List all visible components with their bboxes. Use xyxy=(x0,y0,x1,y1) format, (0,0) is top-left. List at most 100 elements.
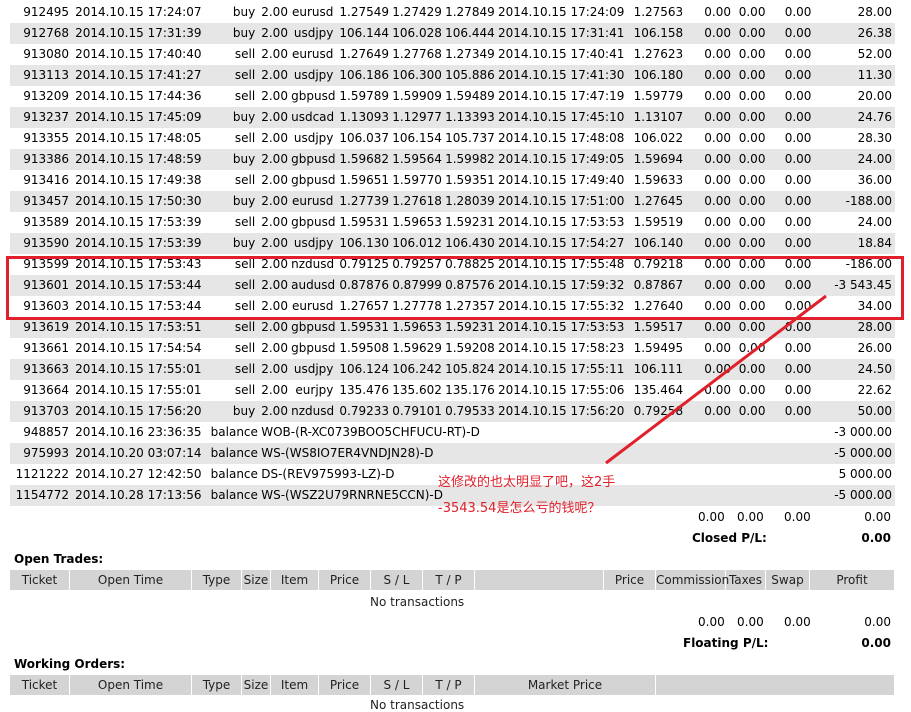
size-cell: 2.00 xyxy=(258,65,289,86)
taxes-cell: 0.00 xyxy=(733,86,769,107)
profit-cell: -5 000.00 xyxy=(814,485,895,506)
stop-loss-cell: 0.87999 xyxy=(389,275,443,296)
commission-cell: 0.00 xyxy=(683,149,734,170)
table-row: 913113 2014.10.15 17:41:27 sell 2.00 usdjpy 1… xyxy=(10,65,895,86)
header-ticket: Ticket xyxy=(10,570,70,590)
profit-cell: 52.00 xyxy=(814,44,895,65)
open-price-cell: 106.186 xyxy=(336,65,390,86)
item-cell: nzdusd xyxy=(288,254,337,275)
ticket-cell: 913663 xyxy=(10,359,73,380)
annotation-line-2: -3543.54是怎么亏的钱呢？ xyxy=(438,501,601,516)
table-row: 912768 2014.10.15 17:31:39 buy 2.00 usdjpy 10… xyxy=(10,23,895,44)
profit-cell: 26.00 xyxy=(814,338,895,359)
profit-cell: 28.00 xyxy=(814,2,895,23)
commission-cell: 0.00 xyxy=(683,107,734,128)
ticket-cell: 913416 xyxy=(10,170,73,191)
taxes-cell: 0.00 xyxy=(733,380,769,401)
close-time-cell: 2014.10.15 17:55:32 xyxy=(494,296,631,317)
size-cell: 2.00 xyxy=(258,170,289,191)
open-time-cell: 2014.10.15 17:48:05 xyxy=(72,128,208,149)
commission-cell: 0.00 xyxy=(683,86,734,107)
type-cell: buy xyxy=(207,149,259,170)
size-cell: 2.00 xyxy=(258,359,289,380)
item-cell: usdjpy xyxy=(288,65,337,86)
take-profit-cell: 0.79533 xyxy=(442,401,495,422)
table-row: 913355 2014.10.15 17:48:05 sell 2.00 usdjpy 1… xyxy=(10,128,895,149)
swap-cell: 0.00 xyxy=(768,149,815,170)
ticket-cell: 913603 xyxy=(10,296,73,317)
profit-cell: 36.00 xyxy=(814,170,895,191)
close-time-cell: 2014.10.15 17:56:20 xyxy=(494,401,631,422)
comment-cell: WOB-(R-XC0739BOO5CHFUCU-RT)-D xyxy=(258,422,815,443)
open-time-cell: 2014.10.15 17:40:40 xyxy=(72,44,208,65)
open-price-cell: 1.59789 xyxy=(336,86,390,107)
commission-cell: 0.00 xyxy=(683,317,734,338)
type-cell: sell xyxy=(207,296,259,317)
open-time-cell: 2014.10.15 17:53:44 xyxy=(72,275,208,296)
close-price-cell: 1.59694 xyxy=(630,149,684,170)
close-time-cell: 2014.10.15 17:54:27 xyxy=(494,233,631,254)
open-trades-title: Open Trades: xyxy=(14,552,104,566)
table-row: 913661 2014.10.15 17:54:54 sell 2.00 gbpusd 1… xyxy=(10,338,895,359)
swap-cell: 0.00 xyxy=(768,275,815,296)
close-price-cell: 1.59779 xyxy=(630,86,684,107)
wo-header-open-time: Open Time xyxy=(70,675,192,695)
ticket-cell: 913113 xyxy=(10,65,73,86)
swap-cell: 0.00 xyxy=(768,359,815,380)
swap-cell: 0.00 xyxy=(768,338,815,359)
close-time-cell: 2014.10.15 17:59:32 xyxy=(494,275,631,296)
table-row: 913237 2014.10.15 17:45:09 buy 2.00 usdcad 1.… xyxy=(10,107,895,128)
open-time-cell: 2014.10.15 17:49:38 xyxy=(72,170,208,191)
table-row: 913209 2014.10.15 17:44:36 sell 2.00 gbpusd 1… xyxy=(10,86,895,107)
taxes-cell: 0.00 xyxy=(733,275,769,296)
time-cell: 2014.10.27 12:42:50 xyxy=(72,464,208,485)
ticket-cell: 912768 xyxy=(10,23,73,44)
size-cell: 2.00 xyxy=(258,107,289,128)
header-price: Price xyxy=(319,570,371,590)
taxes-cell: 0.00 xyxy=(733,317,769,338)
item-cell: eurjpy xyxy=(288,380,337,401)
table-row: 913589 2014.10.15 17:53:39 sell 2.00 gbpusd 1… xyxy=(10,212,895,233)
size-cell: 2.00 xyxy=(258,401,289,422)
size-cell: 2.00 xyxy=(258,296,289,317)
swap-cell: 0.00 xyxy=(768,86,815,107)
take-profit-cell: 105.737 xyxy=(442,128,495,149)
taxes-cell: 0.00 xyxy=(733,128,769,149)
profit-cell: -3 000.00 xyxy=(814,422,895,443)
open-time-cell: 2014.10.15 17:53:44 xyxy=(72,296,208,317)
close-time-cell: 2014.10.15 17:58:23 xyxy=(494,338,631,359)
close-price-cell: 0.79218 xyxy=(630,254,684,275)
profit-cell: 18.84 xyxy=(814,233,895,254)
open-price-cell: 1.13093 xyxy=(336,107,390,128)
type-cell: sell xyxy=(207,44,259,65)
close-price-cell: 1.27563 xyxy=(630,2,684,23)
profit-cell: 34.00 xyxy=(814,296,895,317)
take-profit-cell: 1.27849 xyxy=(442,2,495,23)
profit-cell: 20.00 xyxy=(814,86,895,107)
taxes-cell: 0.00 xyxy=(733,23,769,44)
swap-cell: 0.00 xyxy=(768,191,815,212)
close-price-cell: 106.022 xyxy=(630,128,684,149)
taxes-cell: 0.00 xyxy=(733,65,769,86)
swap-cell: 0.00 xyxy=(768,65,815,86)
balance-row: 948857 2014.10.16 23:36:35 balance WOB-(R-X… xyxy=(10,422,895,443)
take-profit-cell: 1.27357 xyxy=(442,296,495,317)
commission-cell: 0.00 xyxy=(683,128,734,149)
ticket-cell: 913599 xyxy=(10,254,73,275)
type-cell: sell xyxy=(207,338,259,359)
profit-cell: 24.76 xyxy=(814,107,895,128)
size-cell: 2.00 xyxy=(258,128,289,149)
swap-cell: 0.00 xyxy=(768,296,815,317)
wo-header-sl: S / L xyxy=(371,675,423,695)
commission-cell: 0.00 xyxy=(683,170,734,191)
open-time-cell: 2014.10.15 17:31:39 xyxy=(72,23,208,44)
type-cell: sell xyxy=(207,65,259,86)
stop-loss-cell: 1.27768 xyxy=(389,44,443,65)
closed-transactions: 912495 2014.10.15 17:24:07 buy 2.00 eurusd 1.… xyxy=(10,2,895,506)
take-profit-cell: 106.444 xyxy=(442,23,495,44)
open-time-cell: 2014.10.15 17:50:30 xyxy=(72,191,208,212)
commission-cell: 0.00 xyxy=(683,359,734,380)
ticket-cell: 913601 xyxy=(10,275,73,296)
type-cell: balance xyxy=(207,464,259,485)
stop-loss-cell: 1.59653 xyxy=(389,317,443,338)
